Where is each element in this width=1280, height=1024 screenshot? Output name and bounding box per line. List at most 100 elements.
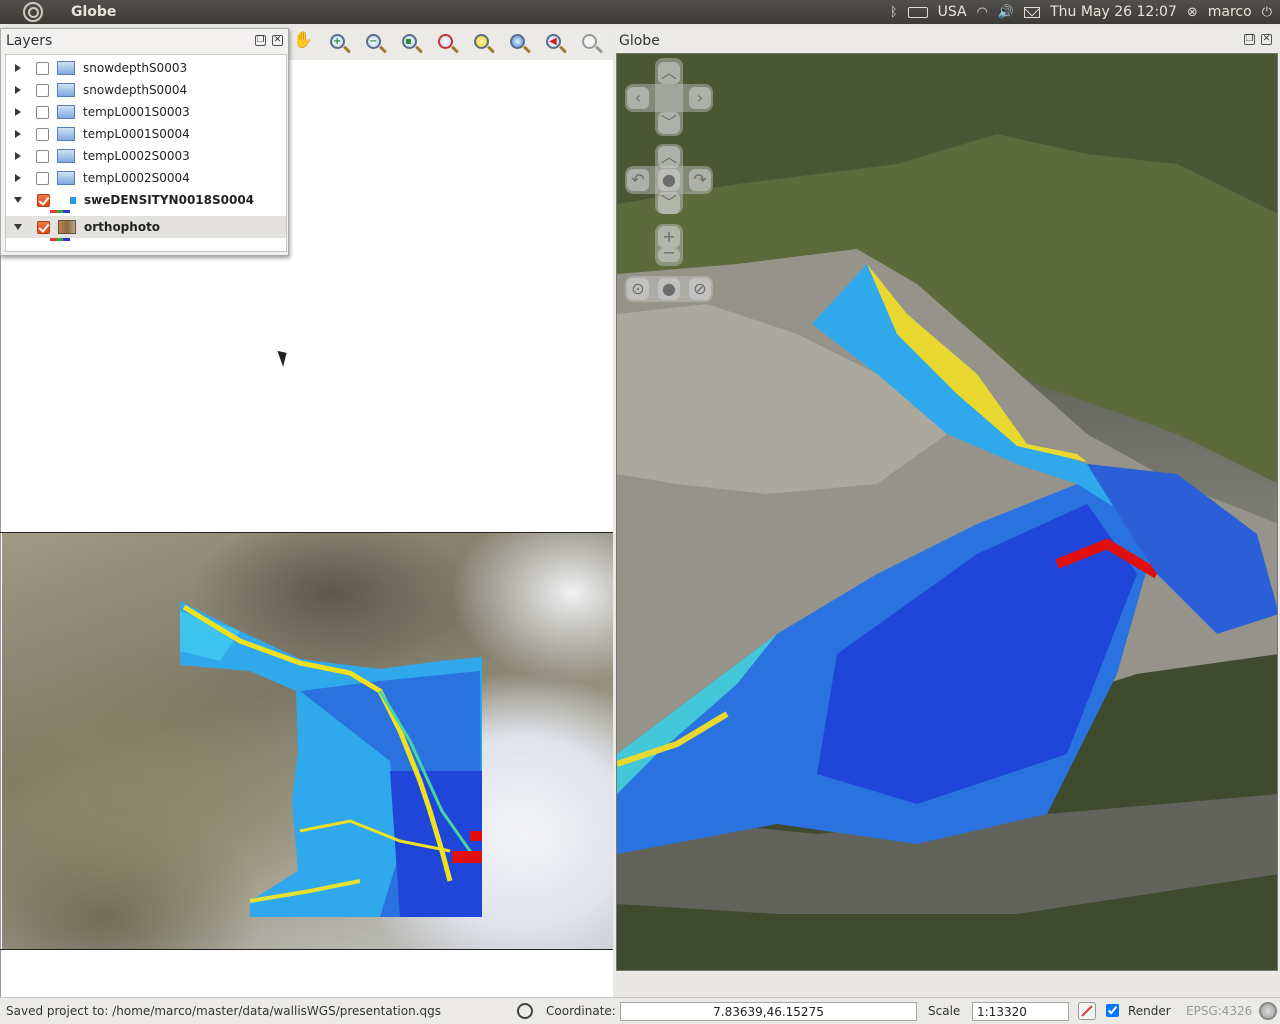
collapse-arrow-icon[interactable] bbox=[14, 224, 22, 230]
float-panel-icon[interactable]: ❐ bbox=[1244, 34, 1255, 45]
pan-up-icon[interactable]: ︿ bbox=[658, 62, 680, 84]
zoom-next-icon[interactable] bbox=[578, 31, 605, 58]
layer-visibility-checkbox[interactable] bbox=[37, 220, 50, 234]
layer-visibility-checkbox[interactable] bbox=[36, 105, 49, 119]
layer-row[interactable]: tempL0002S0003 bbox=[6, 145, 286, 167]
layer-legend-swatch bbox=[50, 238, 70, 241]
sync-extent-icon[interactable]: ● bbox=[658, 278, 680, 300]
rotate-right-icon[interactable]: ↷ bbox=[689, 169, 711, 191]
layer-name: snowdepthS0004 bbox=[83, 83, 188, 97]
settings-icon[interactable]: ⊘ bbox=[689, 278, 711, 300]
layer-row[interactable]: tempL0002S0004 bbox=[6, 167, 286, 189]
tilt-up-icon[interactable]: ︿ bbox=[658, 146, 680, 168]
globe-panel-header: Globe ❐ ✕ bbox=[614, 28, 1280, 53]
layer-row[interactable]: sweDENSITYN0018S0004 bbox=[6, 189, 286, 211]
keyboard-layout[interactable]: USA bbox=[938, 4, 967, 20]
ubuntu-logo-icon[interactable] bbox=[23, 2, 43, 22]
zoom-out-icon[interactable]: − bbox=[362, 31, 389, 58]
raster-layer-icon bbox=[57, 171, 75, 185]
zoom-to-layer-icon[interactable] bbox=[470, 31, 497, 58]
zoom-to-selection-icon[interactable] bbox=[434, 31, 461, 58]
render-label: Render bbox=[1128, 1004, 1171, 1018]
coordinate-field[interactable] bbox=[620, 1002, 917, 1021]
volume-icon[interactable]: 🔊 bbox=[998, 5, 1014, 20]
globe-panel: Globe ❐ ✕ ︿ ‹ › ﹀ ︿ ↶ ● ↷ ﹀ + − ⊙ ● ⊘ bbox=[614, 28, 1280, 974]
layer-name: snowdepthS0003 bbox=[83, 61, 188, 75]
layer-visibility-checkbox[interactable] bbox=[36, 61, 49, 75]
layers-panel: Layers ❐ ✕ snowdepthS0003 snowdepthS0004… bbox=[0, 28, 289, 256]
raster-layer-icon bbox=[57, 149, 75, 163]
terrain-render bbox=[617, 54, 1277, 970]
layer-row[interactable]: orthophoto bbox=[6, 216, 286, 238]
layers-panel-header: Layers ❐ ✕ bbox=[1, 29, 288, 53]
coordinate-toggle-icon[interactable] bbox=[517, 1003, 533, 1019]
swe-density-raster bbox=[180, 601, 482, 917]
raster-layer-icon bbox=[57, 127, 75, 141]
layer-row[interactable]: tempL0001S0004 bbox=[6, 123, 286, 145]
crs-globe-icon[interactable] bbox=[1259, 1002, 1277, 1020]
crs-label[interactable]: EPSG:4326 bbox=[1186, 1004, 1252, 1018]
keyboard-icon[interactable] bbox=[907, 6, 928, 18]
globe-3d-view[interactable]: ︿ ‹ › ﹀ ︿ ↶ ● ↷ ﹀ + − ⊙ ● ⊘ bbox=[616, 53, 1278, 971]
expand-arrow-icon[interactable] bbox=[15, 152, 21, 160]
layer-name: tempL0001S0003 bbox=[83, 105, 190, 119]
status-bar: Saved project to: /home/marco/master/dat… bbox=[0, 997, 1280, 1024]
layer-visibility-checkbox[interactable] bbox=[36, 127, 49, 141]
raster-layer-icon bbox=[70, 196, 76, 204]
layers-panel-title: Layers bbox=[6, 33, 53, 49]
coordinate-label: Coordinate: bbox=[546, 1004, 616, 1018]
float-panel-icon[interactable]: ❐ bbox=[255, 35, 266, 46]
user-status-icon[interactable]: ⊗ bbox=[1187, 5, 1198, 20]
zoom-actual-size-icon[interactable] bbox=[506, 31, 533, 58]
zoom-last-icon[interactable]: ◀ bbox=[542, 31, 569, 58]
orthophoto-raster bbox=[2, 533, 613, 949]
layer-visibility-checkbox[interactable] bbox=[36, 83, 49, 97]
rotate-left-icon[interactable]: ↶ bbox=[627, 169, 649, 191]
reset-view-icon[interactable]: ● bbox=[658, 169, 680, 191]
power-icon[interactable]: ⏻ bbox=[1262, 5, 1272, 20]
pan-right-icon[interactable]: › bbox=[689, 87, 711, 109]
layer-name: orthophoto bbox=[84, 220, 161, 234]
mail-icon[interactable] bbox=[1024, 6, 1041, 18]
map-navigation-toolbar: ✋ + − ▪ ◀ bbox=[286, 28, 613, 60]
clock[interactable]: Thu May 26 12:07 bbox=[1050, 4, 1177, 20]
raster-layer-icon bbox=[57, 83, 75, 97]
layers-tree: snowdepthS0003 snowdepthS0004 tempL0001S… bbox=[5, 54, 287, 252]
globe-zoom-out-icon[interactable]: − bbox=[658, 245, 680, 262]
layer-row[interactable]: snowdepthS0004 bbox=[6, 79, 286, 101]
collapse-arrow-icon[interactable] bbox=[14, 197, 22, 203]
close-panel-icon[interactable]: ✕ bbox=[272, 35, 283, 46]
system-tray: ᛒ USA ◠ 🔊 Thu May 26 12:07 ⊗ marco ⏻ bbox=[890, 0, 1280, 24]
pan-down-icon[interactable]: ﹀ bbox=[658, 112, 680, 134]
zoom-full-icon[interactable]: ▪ bbox=[398, 31, 425, 58]
wifi-icon[interactable]: ◠ bbox=[977, 5, 988, 20]
layer-name: sweDENSITYN0018S0004 bbox=[84, 193, 255, 207]
render-checkbox[interactable] bbox=[1106, 1004, 1119, 1017]
close-panel-icon[interactable]: ✕ bbox=[1261, 34, 1272, 45]
layer-name: tempL0002S0003 bbox=[83, 149, 190, 163]
expand-arrow-icon[interactable] bbox=[15, 108, 21, 116]
raster-layer-icon bbox=[57, 61, 75, 75]
expand-arrow-icon[interactable] bbox=[15, 130, 21, 138]
bluetooth-icon[interactable]: ᛒ bbox=[890, 5, 898, 20]
scale-field[interactable] bbox=[972, 1002, 1069, 1021]
layer-row[interactable]: snowdepthS0003 bbox=[6, 57, 286, 79]
pan-left-icon[interactable]: ‹ bbox=[627, 87, 649, 109]
stop-render-icon[interactable] bbox=[1078, 1002, 1096, 1020]
expand-arrow-icon[interactable] bbox=[15, 174, 21, 182]
app-title: Globe bbox=[71, 4, 117, 20]
zoom-in-icon[interactable]: + bbox=[326, 31, 353, 58]
user-name[interactable]: marco bbox=[1208, 4, 1252, 20]
scale-label: Scale bbox=[928, 1004, 961, 1018]
pan-hand-icon[interactable]: ✋ bbox=[290, 31, 317, 58]
home-view-icon[interactable]: ⊙ bbox=[627, 278, 649, 300]
layer-row[interactable]: tempL0001S0003 bbox=[6, 101, 286, 123]
tilt-down-icon[interactable]: ﹀ bbox=[658, 192, 680, 214]
layer-visibility-checkbox[interactable] bbox=[36, 171, 49, 185]
layer-visibility-checkbox[interactable] bbox=[37, 193, 50, 207]
layer-name: tempL0002S0004 bbox=[83, 171, 190, 185]
layer-visibility-checkbox[interactable] bbox=[36, 149, 49, 163]
expand-arrow-icon[interactable] bbox=[15, 86, 21, 94]
expand-arrow-icon[interactable] bbox=[15, 64, 21, 72]
top-system-panel: Globe ᛒ USA ◠ 🔊 Thu May 26 12:07 ⊗ marco… bbox=[0, 0, 1280, 24]
